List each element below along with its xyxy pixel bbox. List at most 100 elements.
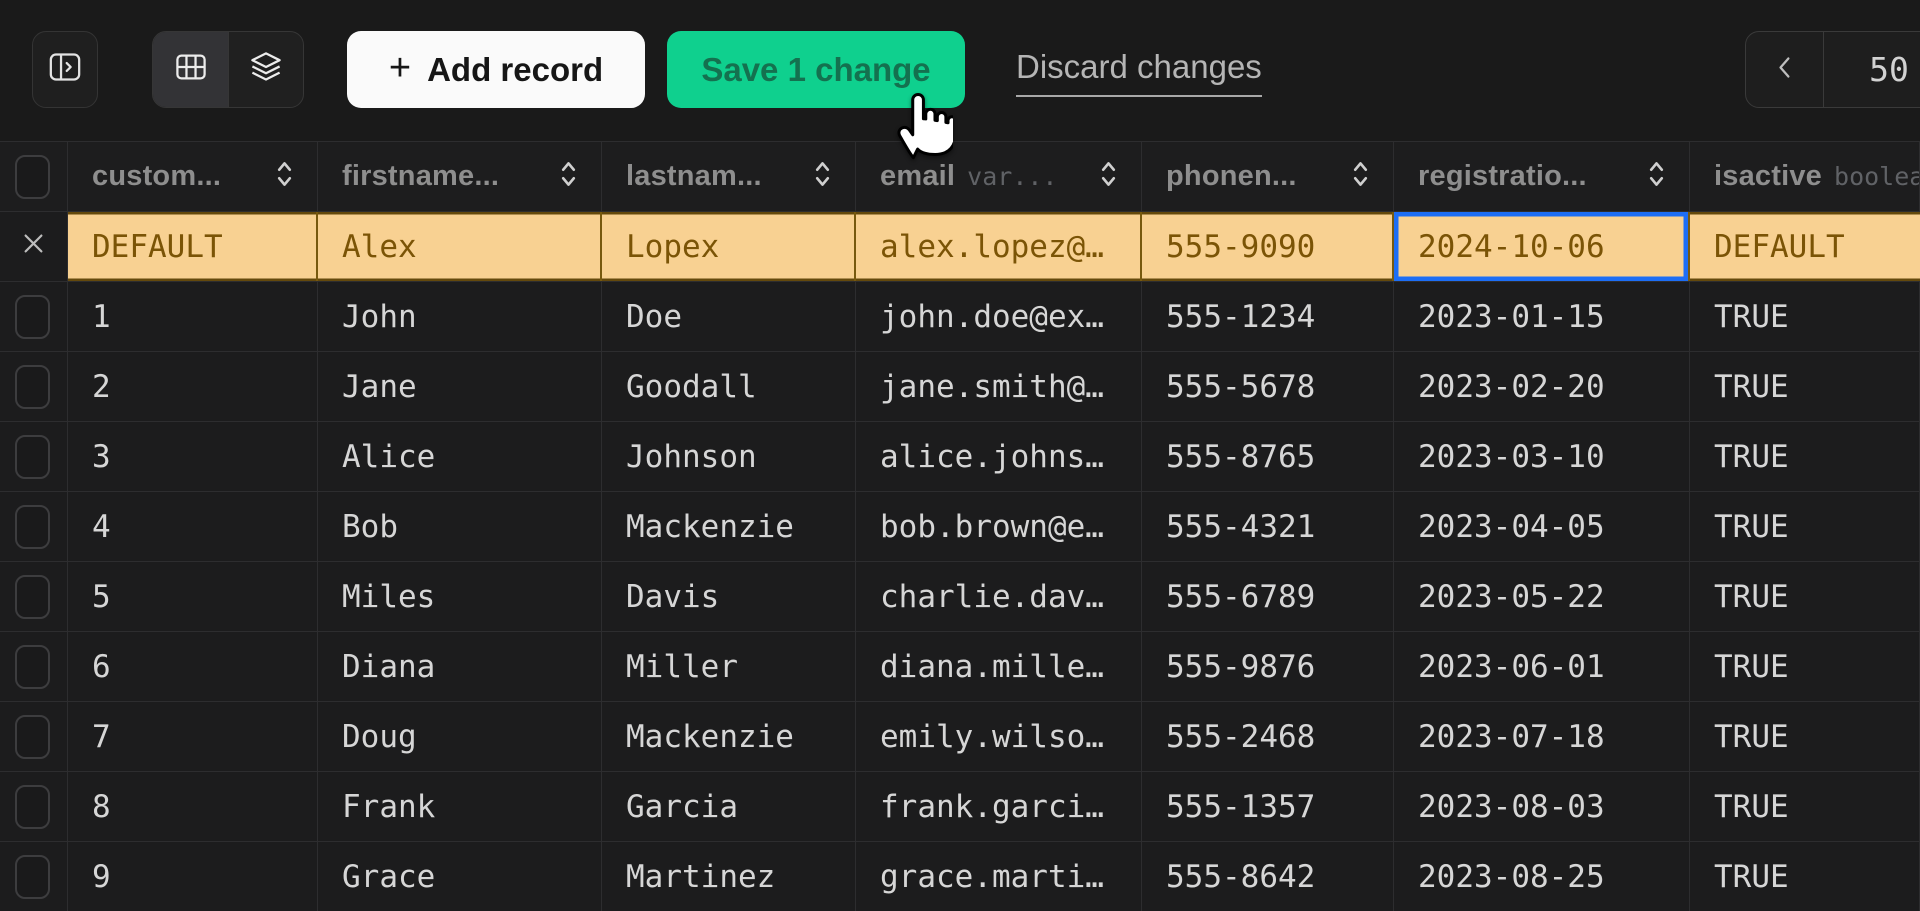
cell[interactable]: 1 bbox=[68, 282, 318, 351]
cell[interactable]: emily.wilso… bbox=[856, 702, 1142, 771]
cell[interactable]: diana.mille… bbox=[856, 632, 1142, 701]
cell[interactable]: TRUE bbox=[1690, 422, 1920, 491]
sort-chevrons-icon[interactable] bbox=[1636, 158, 1665, 195]
row-checkbox[interactable] bbox=[15, 435, 50, 479]
row-checkbox[interactable] bbox=[15, 645, 50, 689]
sort-chevrons-icon[interactable] bbox=[548, 158, 577, 195]
cell[interactable]: TRUE bbox=[1690, 492, 1920, 561]
cell[interactable]: Johnson bbox=[602, 422, 856, 491]
cell[interactable]: Frank bbox=[318, 772, 602, 841]
cell[interactable]: Doe bbox=[602, 282, 856, 351]
cell[interactable]: 9 bbox=[68, 842, 318, 911]
row-checkbox[interactable] bbox=[15, 365, 50, 409]
cell[interactable]: 7 bbox=[68, 702, 318, 771]
column-header-6[interactable]: registratio... bbox=[1394, 142, 1690, 211]
cell[interactable]: TRUE bbox=[1690, 632, 1920, 701]
cell[interactable]: 2023-05-22 bbox=[1394, 562, 1690, 631]
cell[interactable]: TRUE bbox=[1690, 772, 1920, 841]
cell[interactable]: Miles bbox=[318, 562, 602, 631]
page-size-value[interactable]: 50 bbox=[1824, 32, 1920, 107]
save-changes-button[interactable]: Save 1 change bbox=[667, 31, 965, 108]
cell[interactable]: 6 bbox=[68, 632, 318, 701]
cell[interactable]: Mackenzie bbox=[602, 702, 856, 771]
pending-cell[interactable]: 555-9090 bbox=[1142, 212, 1394, 281]
table-view-tab[interactable] bbox=[153, 32, 228, 107]
column-header-2[interactable]: firstname... bbox=[318, 142, 602, 211]
cell[interactable]: 3 bbox=[68, 422, 318, 491]
pending-cell[interactable]: DEFAULT bbox=[68, 212, 318, 281]
cell[interactable]: 2023-07-18 bbox=[1394, 702, 1690, 771]
cell[interactable]: frank.garci… bbox=[856, 772, 1142, 841]
cell[interactable]: 555-4321 bbox=[1142, 492, 1394, 561]
cell[interactable]: TRUE bbox=[1690, 842, 1920, 911]
cell[interactable]: 2023-03-10 bbox=[1394, 422, 1690, 491]
row-checkbox[interactable] bbox=[15, 295, 50, 339]
cell[interactable]: bob.brown@e… bbox=[856, 492, 1142, 561]
row-checkbox[interactable] bbox=[15, 715, 50, 759]
select-all-checkbox[interactable] bbox=[15, 155, 50, 199]
cell[interactable]: TRUE bbox=[1690, 282, 1920, 351]
cell[interactable]: Goodall bbox=[602, 352, 856, 421]
cell[interactable]: TRUE bbox=[1690, 562, 1920, 631]
cell[interactable]: 2023-08-25 bbox=[1394, 842, 1690, 911]
cell[interactable]: 555-8642 bbox=[1142, 842, 1394, 911]
column-header-1[interactable]: custom... bbox=[68, 142, 318, 211]
cell[interactable]: 555-8765 bbox=[1142, 422, 1394, 491]
row-checkbox[interactable] bbox=[15, 505, 50, 549]
cell[interactable]: 555-5678 bbox=[1142, 352, 1394, 421]
previous-page-button[interactable] bbox=[1746, 32, 1824, 107]
cell[interactable]: alice.johns… bbox=[856, 422, 1142, 491]
discard-changes-link[interactable]: Discard changes bbox=[1016, 48, 1262, 97]
cell[interactable]: 2023-01-15 bbox=[1394, 282, 1690, 351]
cell[interactable]: Diana bbox=[318, 632, 602, 701]
layers-view-tab[interactable] bbox=[228, 32, 303, 107]
cell[interactable]: 555-6789 bbox=[1142, 562, 1394, 631]
column-header-7[interactable]: isactiveboolean bbox=[1690, 142, 1920, 211]
column-header-5[interactable]: phonen... bbox=[1142, 142, 1394, 211]
cell[interactable]: TRUE bbox=[1690, 352, 1920, 421]
cell[interactable]: 2023-06-01 bbox=[1394, 632, 1690, 701]
cell[interactable]: Alice bbox=[318, 422, 602, 491]
cell[interactable]: grace.marti… bbox=[856, 842, 1142, 911]
selected-cell[interactable]: 2024-10-06 bbox=[1394, 212, 1690, 281]
row-checkbox[interactable] bbox=[15, 785, 50, 829]
column-header-3[interactable]: lastnam... bbox=[602, 142, 856, 211]
sort-chevrons-icon[interactable] bbox=[1088, 158, 1117, 195]
cell[interactable]: Mackenzie bbox=[602, 492, 856, 561]
sort-chevrons-icon[interactable] bbox=[1340, 158, 1369, 195]
cell[interactable]: Doug bbox=[318, 702, 602, 771]
pending-cell[interactable]: DEFAULT bbox=[1690, 212, 1920, 281]
cell[interactable]: Martinez bbox=[602, 842, 856, 911]
cell[interactable]: 8 bbox=[68, 772, 318, 841]
cell[interactable]: charlie.dav… bbox=[856, 562, 1142, 631]
cell[interactable]: 2023-04-05 bbox=[1394, 492, 1690, 561]
cell[interactable]: 4 bbox=[68, 492, 318, 561]
cell[interactable]: Grace bbox=[318, 842, 602, 911]
cell[interactable]: 2023-02-20 bbox=[1394, 352, 1690, 421]
cell[interactable]: 2023-08-03 bbox=[1394, 772, 1690, 841]
sort-chevrons-icon[interactable] bbox=[802, 158, 831, 195]
sort-chevrons-icon[interactable] bbox=[264, 158, 293, 195]
row-checkbox[interactable] bbox=[15, 855, 50, 899]
pending-cell[interactable]: Lopex bbox=[602, 212, 856, 281]
cell[interactable]: 555-1357 bbox=[1142, 772, 1394, 841]
cell[interactable]: 555-2468 bbox=[1142, 702, 1394, 771]
cell[interactable]: TRUE bbox=[1690, 702, 1920, 771]
cell[interactable]: 555-9876 bbox=[1142, 632, 1394, 701]
sidebar-toggle-button[interactable] bbox=[32, 31, 98, 108]
cell[interactable]: john.doe@ex… bbox=[856, 282, 1142, 351]
cell[interactable]: 2 bbox=[68, 352, 318, 421]
cell[interactable]: Miller bbox=[602, 632, 856, 701]
pending-cell[interactable]: Alex bbox=[318, 212, 602, 281]
cell[interactable]: jane.smith@… bbox=[856, 352, 1142, 421]
add-record-button[interactable]: + Add record bbox=[347, 31, 645, 108]
cell[interactable]: 555-1234 bbox=[1142, 282, 1394, 351]
cell[interactable]: Garcia bbox=[602, 772, 856, 841]
cell[interactable]: Jane bbox=[318, 352, 602, 421]
cell[interactable]: John bbox=[318, 282, 602, 351]
pending-cell[interactable]: alex.lopez@… bbox=[856, 212, 1142, 281]
cell[interactable]: 5 bbox=[68, 562, 318, 631]
column-header-4[interactable]: emailvar... bbox=[856, 142, 1142, 211]
cell[interactable]: Bob bbox=[318, 492, 602, 561]
row-checkbox[interactable] bbox=[15, 575, 50, 619]
